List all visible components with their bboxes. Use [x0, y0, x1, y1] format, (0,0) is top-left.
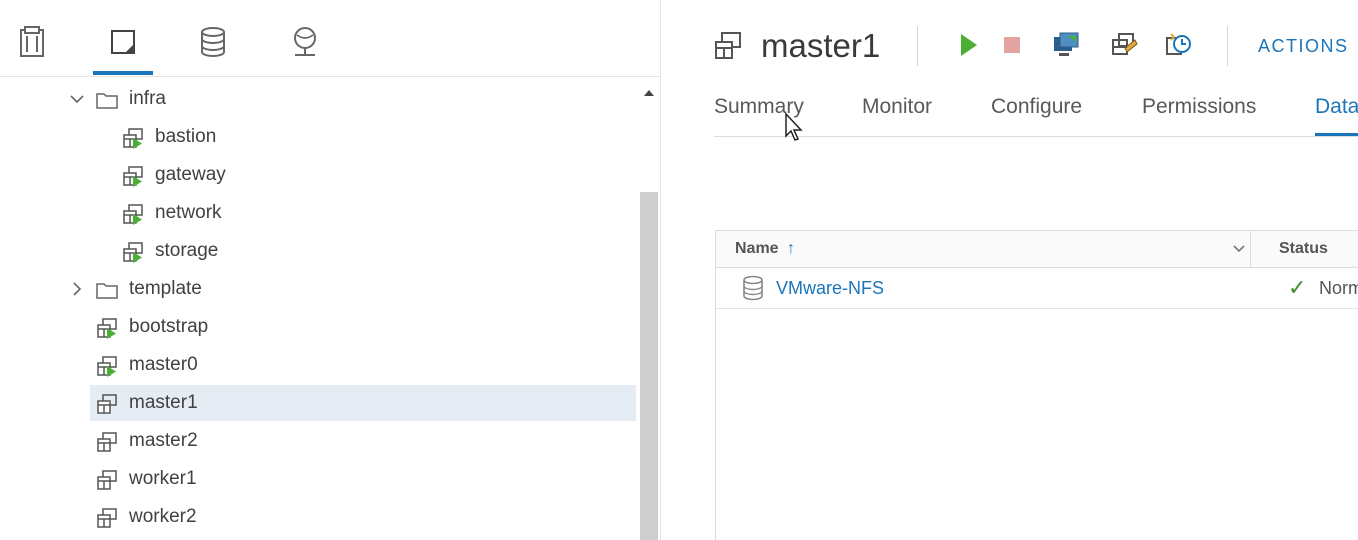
datastores-grid: Name ↑ Status VMware-NFS ✓ Normal	[715, 230, 1358, 540]
vm-icon	[97, 394, 117, 414]
tree-item-template[interactable]: template	[0, 271, 636, 307]
toolbar-divider	[1227, 26, 1228, 66]
tree-item-infra[interactable]: infra	[0, 81, 636, 117]
tab-configure[interactable]: Configure	[991, 88, 1082, 134]
navigator-pane: infra bastion gateway network storage templat…	[0, 0, 661, 540]
navigator-tab-bar	[0, 0, 660, 77]
tree-item-label: bootstrap	[129, 316, 209, 337]
virtual-machine-icon	[715, 32, 741, 59]
nav-tab-vms-templates[interactable]	[93, 20, 153, 75]
tree-item-label: network	[155, 202, 222, 223]
vm-icon	[97, 470, 117, 490]
vms-templates-icon	[111, 30, 135, 54]
migrate-button[interactable]	[1109, 30, 1139, 60]
sort-ascending-icon: ↑	[787, 240, 796, 257]
snapshot-button[interactable]	[1163, 30, 1193, 60]
vm-powered-on-icon	[97, 318, 117, 339]
folder-icon	[96, 283, 118, 299]
tree-item-master2[interactable]: master2	[0, 423, 636, 459]
tab-datastores[interactable]: Datastores	[1315, 88, 1358, 136]
tree-item-label: master1	[129, 392, 198, 413]
networking-icon	[294, 27, 316, 56]
migrate-icon	[1112, 33, 1138, 55]
column-header-label: Name	[735, 240, 779, 257]
nav-tab-hosts-clusters[interactable]	[10, 20, 54, 64]
tree-item-label: gateway	[155, 164, 226, 185]
object-tabs: Summary Monitor Configure Permissions Da…	[714, 88, 1358, 137]
tree-item-master0[interactable]: master0	[0, 347, 636, 383]
scroll-thumb[interactable]	[640, 192, 658, 540]
tree-item-worker2[interactable]: worker2	[0, 499, 636, 535]
vm-powered-on-icon	[97, 356, 117, 377]
tree-scrollbar[interactable]	[638, 80, 660, 540]
tree-item-worker1[interactable]: worker1	[0, 461, 636, 497]
table-row[interactable]: VMware-NFS ✓ Normal	[716, 268, 1358, 309]
chevron-down-icon[interactable]	[69, 91, 85, 107]
scroll-up-arrow-icon[interactable]	[644, 90, 654, 96]
nav-tab-storage[interactable]	[191, 20, 235, 64]
vm-icon	[97, 432, 117, 452]
tree-item-label: master0	[129, 354, 198, 375]
tree-item-label: bastion	[155, 126, 217, 147]
snapshot-icon	[1166, 33, 1191, 55]
power-on-icon	[961, 34, 977, 56]
column-header-status[interactable]: Status	[1279, 231, 1328, 267]
tree-item-label: infra	[129, 88, 166, 109]
vm-powered-on-icon	[123, 204, 143, 225]
tree-item-label: master2	[129, 430, 198, 451]
tree-item-label: template	[129, 278, 202, 299]
column-filter-chevron-icon[interactable]	[1232, 243, 1246, 255]
tree-item-label: storage	[155, 240, 219, 261]
power-on-button[interactable]	[953, 30, 983, 60]
storage-icon	[201, 27, 225, 57]
vm-powered-on-icon	[123, 166, 143, 187]
power-off-button[interactable]	[997, 30, 1027, 60]
vm-powered-on-icon	[123, 128, 143, 149]
tree-item-bootstrap[interactable]: bootstrap	[0, 309, 636, 345]
inventory-tree: infra bastion gateway network storage templat…	[0, 80, 636, 540]
tree-item-label: worker2	[129, 506, 197, 527]
hosts-clusters-icon	[20, 26, 44, 57]
mouse-pointer-icon	[785, 112, 803, 141]
tree-item-network[interactable]: network	[0, 195, 636, 231]
chevron-right-icon[interactable]	[69, 281, 85, 297]
object-title: master1	[761, 27, 881, 64]
status-text: Normal	[1319, 278, 1358, 298]
power-off-icon	[1004, 37, 1020, 53]
object-content-pane: master1 ACTIONS Summary Monitor Configur…	[661, 0, 1358, 540]
launch-console-icon	[1054, 32, 1079, 56]
datastore-icon	[743, 275, 763, 301]
vm-powered-on-icon	[123, 242, 143, 263]
status-ok-icon: ✓	[1288, 275, 1307, 300]
tab-monitor[interactable]: Monitor	[862, 88, 932, 134]
vm-icon	[97, 508, 117, 528]
folder-icon	[96, 93, 118, 109]
tree-item-label: worker1	[129, 468, 197, 489]
tree-item-master1[interactable]: master1	[90, 385, 636, 421]
actions-menu-button[interactable]: ACTIONS	[1258, 32, 1349, 60]
column-header-name[interactable]: Name ↑	[735, 231, 795, 267]
launch-console-button[interactable]	[1051, 30, 1081, 60]
tree-item-bastion[interactable]: bastion	[0, 119, 636, 155]
grid-header: Name ↑ Status	[716, 231, 1358, 268]
toolbar-divider	[917, 26, 918, 66]
tab-permissions[interactable]: Permissions	[1142, 88, 1256, 134]
tree-item-gateway[interactable]: gateway	[0, 157, 636, 193]
nav-tab-networking[interactable]	[283, 20, 327, 64]
tree-item-storage[interactable]: storage	[0, 233, 636, 269]
datastore-name-link[interactable]: VMware-NFS	[776, 268, 884, 308]
column-separator[interactable]	[1250, 231, 1251, 267]
